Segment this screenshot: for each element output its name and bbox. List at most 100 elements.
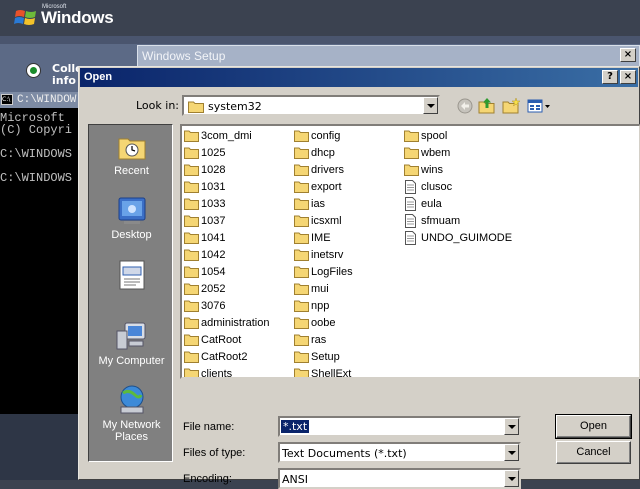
file-name-text: 1033 <box>201 198 226 210</box>
windows-flag-icon <box>14 10 36 25</box>
file-name-text: CatRoot2 <box>201 351 248 363</box>
folder-icon <box>294 248 309 264</box>
folder-icon <box>294 367 309 377</box>
folder-icon <box>184 180 199 196</box>
places-recent-label: Recent <box>114 165 149 177</box>
file-name-text: ras <box>311 334 327 346</box>
text-file-icon <box>404 214 417 231</box>
chevron-down-icon[interactable] <box>504 444 519 461</box>
desktop-icon <box>118 197 145 224</box>
folder-icon <box>184 282 199 298</box>
chevron-down-icon[interactable] <box>423 97 438 114</box>
cmd-titlebar[interactable]: C:\ C:\WINDOW <box>0 92 80 108</box>
folder-icon <box>184 265 199 281</box>
places-desktop-label: Desktop <box>111 229 152 241</box>
folder-icon <box>184 248 199 264</box>
file-name-text: inetsrv <box>311 249 344 261</box>
folder-icon <box>294 214 309 230</box>
places-my-network[interactable]: My Network Places <box>89 383 174 443</box>
back-icon[interactable] <box>455 97 475 115</box>
places-my-network-label: My Network Places <box>102 419 161 443</box>
files-of-type-value: Text Documents (*.txt) <box>282 447 407 460</box>
dialog-titlebar[interactable]: Open ? × <box>80 68 638 87</box>
open-button[interactable]: Open <box>555 414 632 439</box>
files-of-type-label: Files of type: <box>183 447 246 459</box>
network-places-icon <box>120 385 143 414</box>
file-name-text: 1031 <box>201 181 226 193</box>
dialog-title: Open <box>84 71 113 83</box>
up-folder-icon[interactable] <box>477 97 497 115</box>
folder-icon <box>294 265 309 281</box>
folder-icon <box>404 146 419 162</box>
folder-icon <box>184 129 199 145</box>
file-name-text: CatRoot <box>201 334 242 346</box>
file-list[interactable]: 3com_dmi 1025 1028 1031 1033 1037 1041 1042 1054… <box>180 124 640 379</box>
windows-logo: Microsoft Windows <box>14 3 134 33</box>
files-of-type-dropdown[interactable]: Text Documents (*.txt) <box>278 442 521 463</box>
file-name-text: 3076 <box>201 300 226 312</box>
encoding-dropdown[interactable]: ANSI <box>278 468 521 489</box>
new-folder-icon[interactable] <box>501 97 521 115</box>
folder-icon <box>294 197 309 213</box>
folder-icon <box>188 101 204 113</box>
file-name-text: Setup <box>311 351 340 363</box>
text-file-icon <box>404 180 417 197</box>
file-name-text: clients <box>201 368 233 379</box>
folder-icon <box>184 367 199 377</box>
file-name-text: wins <box>421 164 444 176</box>
setup-strip <box>0 36 640 44</box>
folder-icon <box>294 282 309 298</box>
file-name-text: drivers <box>311 164 345 176</box>
file-name-text: 1041 <box>201 232 226 244</box>
folder-icon <box>184 231 199 247</box>
look-in-value: system32 <box>208 100 262 113</box>
views-menu-icon[interactable] <box>526 97 552 115</box>
folder-icon <box>294 299 309 315</box>
folder-icon <box>404 163 419 179</box>
folder-icon <box>294 180 309 196</box>
look-in-dropdown[interactable]: system32 <box>182 95 440 116</box>
chevron-down-icon[interactable] <box>504 470 519 487</box>
file-name-text: 1025 <box>201 147 226 159</box>
chevron-down-icon[interactable] <box>504 418 519 435</box>
cancel-button[interactable]: Cancel <box>556 441 631 464</box>
help-button[interactable]: ? <box>602 70 618 84</box>
file-name-text: 1042 <box>201 249 226 261</box>
file-name-text: mui <box>311 283 329 295</box>
folder-icon <box>184 316 199 332</box>
folder-icon <box>184 214 199 230</box>
encoding-label: Encoding: <box>183 473 232 485</box>
file-name-text: icsxml <box>311 215 342 227</box>
file-name-input[interactable]: *.txt <box>278 416 521 437</box>
file-name-text: spool <box>421 130 448 142</box>
open-dialog: Open ? × Look in: system32 Recent Deskto… <box>78 66 640 489</box>
places-my-documents[interactable] <box>89 259 174 293</box>
cmd-line: (C) Copyri <box>0 123 73 137</box>
setup-close-button[interactable]: × <box>620 48 636 62</box>
file-name-text: administration <box>201 317 270 329</box>
cmd-line: C:\WINDOWS <box>0 147 73 161</box>
file-name-text: 1037 <box>201 215 226 227</box>
file-name-text: clusoc <box>421 181 453 193</box>
file-name-text: dhcp <box>311 147 335 159</box>
file-name-text: IME <box>311 232 331 244</box>
cmd-icon: C:\ <box>1 94 13 105</box>
command-prompt-window[interactable]: C:\ C:\WINDOW Microsoft (C) Copyri C:\WI… <box>0 92 80 414</box>
file-name-text: eula <box>421 198 442 210</box>
folder-icon <box>184 333 199 349</box>
my-documents-icon <box>119 260 144 290</box>
folder-icon <box>294 316 309 332</box>
close-button[interactable]: × <box>620 70 636 84</box>
folder-icon <box>294 350 309 366</box>
places-desktop[interactable]: Desktop <box>89 195 174 241</box>
file-name-text: UNDO_GUIMODE <box>421 232 513 244</box>
file-name-text: export <box>311 181 342 193</box>
places-recent[interactable]: Recent <box>89 131 174 177</box>
setup-radio-icon <box>26 63 41 78</box>
places-my-computer[interactable]: My Computer <box>89 321 174 367</box>
file-name-text: LogFiles <box>311 266 353 278</box>
windows-wordmark: Windows <box>41 8 114 27</box>
look-in-label: Look in: <box>136 99 179 112</box>
folder-icon <box>404 129 419 145</box>
places-my-computer-label: My Computer <box>98 355 165 367</box>
